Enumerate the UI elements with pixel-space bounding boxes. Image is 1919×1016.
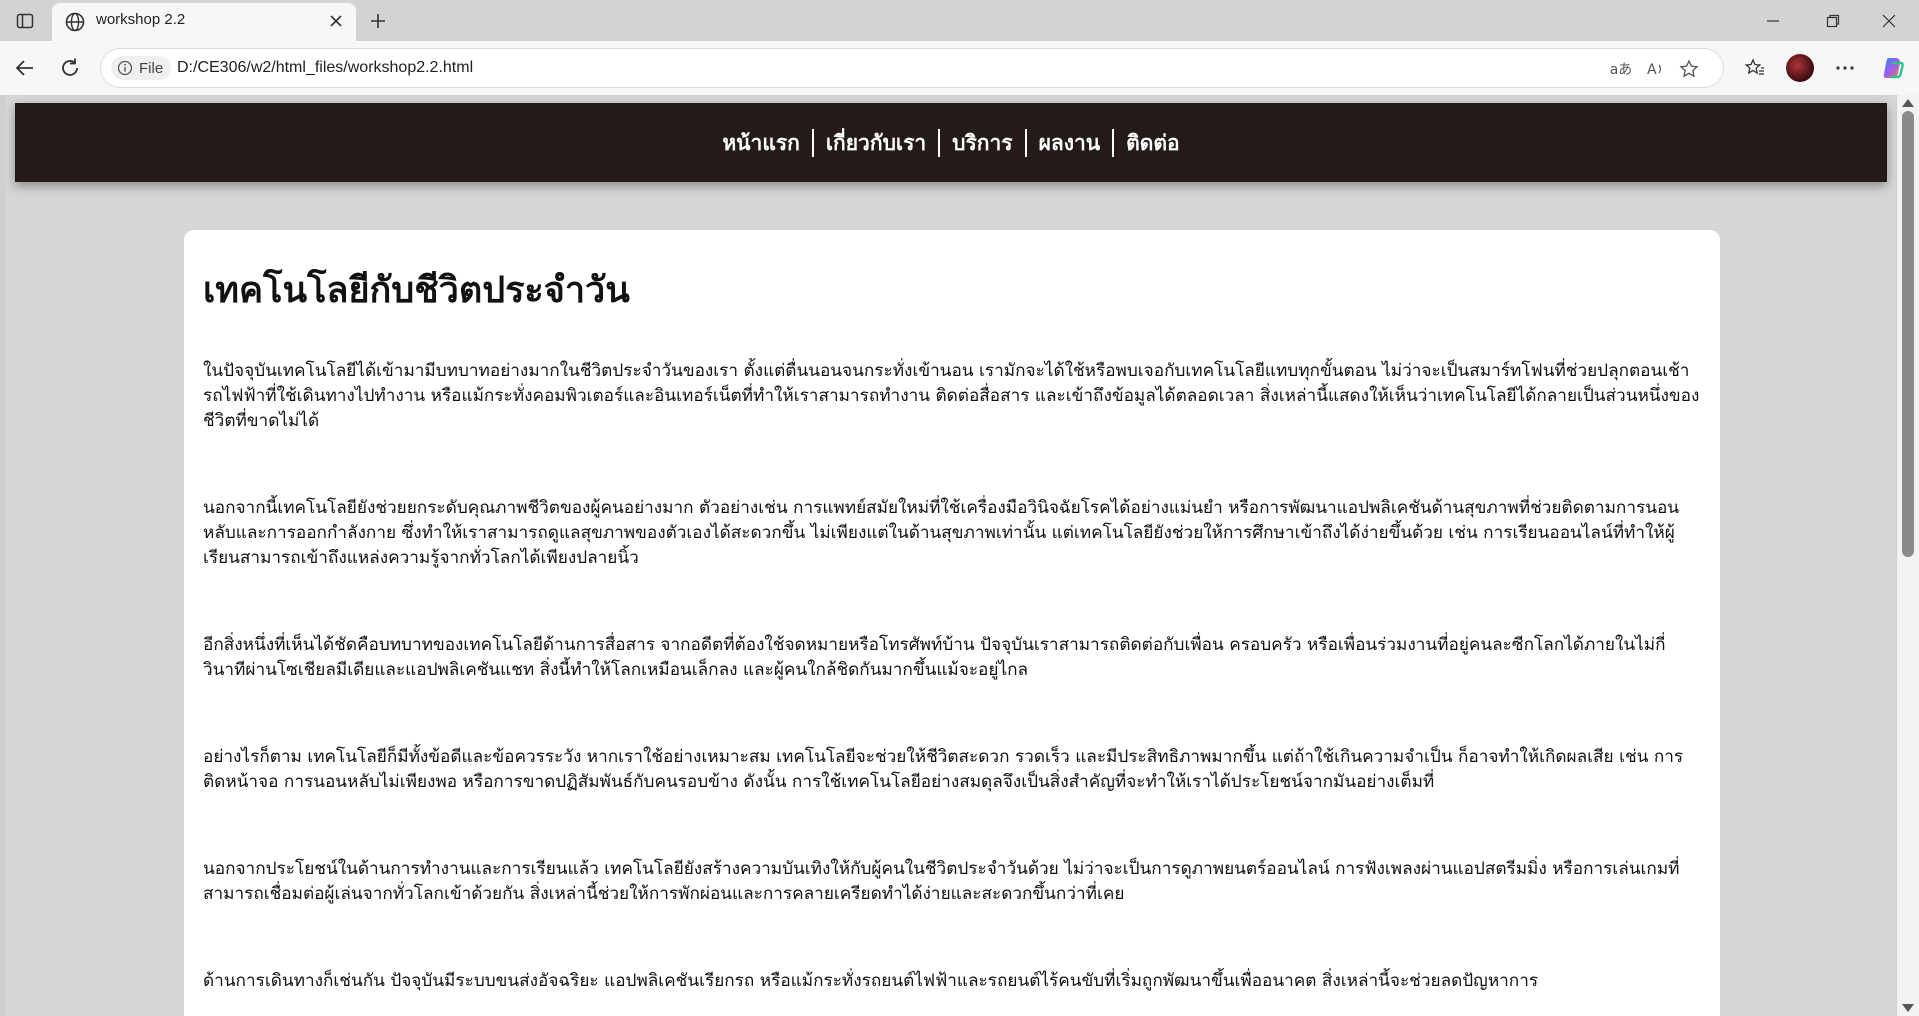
scroll-down-arrow-icon[interactable]: [1902, 1004, 1914, 1012]
article-paragraph: นอกจากประโยชน์ในด้านการทำงานและการเรียนแ…: [203, 859, 1680, 904]
site-info-button[interactable]: File: [111, 56, 172, 80]
article-paragraph: ด้านการเดินทางก็เช่นกัน ปัจจุบันมีระบบขน…: [203, 971, 1539, 991]
scroll-up-arrow-icon[interactable]: [1902, 99, 1914, 107]
browser-toolbar: File D:/CE306/w2/html_files/workshop2.2.…: [0, 41, 1919, 95]
nav-link-contact[interactable]: ติดต่อ: [1114, 128, 1192, 158]
translate-icon[interactable]: aあ: [1609, 57, 1633, 81]
close-tab-icon[interactable]: [324, 9, 348, 33]
nav-link-about[interactable]: เกี่ยวกับเรา: [814, 128, 938, 158]
page-viewport: หน้าแรก เกี่ยวกับเรา บริการ ผลงาน ติดต่อ…: [0, 95, 1919, 1016]
globe-icon: [64, 11, 86, 33]
article-card: เทคโนโลยีกับชีวิตประจำวัน ในปัจจุบันเทคโ…: [184, 230, 1720, 1016]
article-paragraph: อีกสิ่งหนึ่งที่เห็นได้ชัดคือบทบาทของเทคโ…: [203, 635, 1666, 680]
scrollbar-thumb[interactable]: [1902, 111, 1914, 557]
article-paragraph: นอกจากนี้เทคโนโลยียังช่วยยกระดับคุณภาพชี…: [203, 498, 1680, 568]
file-badge-label: File: [139, 59, 164, 77]
sidebar-toggle-icon[interactable]: [12, 8, 38, 34]
nav-link-portfolio[interactable]: ผลงาน: [1027, 128, 1113, 158]
article-paragraph: ในปัจจุบันเทคโนโลยีได้เข้ามามีบทบาทอย่าง…: [203, 361, 1700, 431]
article-title: เทคโนโลยีกับชีวิตประจำวัน: [203, 270, 630, 311]
address-bar[interactable]: File D:/CE306/w2/html_files/workshop2.2.…: [100, 48, 1724, 88]
back-arrow-icon[interactable]: [10, 53, 40, 83]
close-window-icon[interactable]: [1864, 6, 1914, 36]
info-icon: [117, 60, 133, 76]
restore-icon[interactable]: [1808, 6, 1858, 36]
minimize-icon[interactable]: [1748, 6, 1798, 36]
more-options-icon[interactable]: [1830, 53, 1860, 83]
favorites-icon[interactable]: [1740, 53, 1770, 83]
nav-link-home[interactable]: หน้าแรก: [710, 128, 812, 158]
url-text[interactable]: D:/CE306/w2/html_files/workshop2.2.html: [177, 59, 473, 77]
new-tab-icon[interactable]: [364, 7, 392, 35]
nav-link-services[interactable]: บริการ: [940, 128, 1024, 158]
browser-tab-bar: workshop 2.2: [0, 0, 1919, 41]
site-navigation: หน้าแรก เกี่ยวกับเรา บริการ ผลงาน ติดต่อ: [15, 103, 1887, 182]
favorite-star-icon[interactable]: [1677, 57, 1701, 81]
article-paragraph: อย่างไรก็ตาม เทคโนโลยีก็มีทั้งข้อดีและข้…: [203, 747, 1684, 792]
tab-title: workshop 2.2: [96, 11, 186, 28]
browser-tab[interactable]: workshop 2.2: [52, 3, 356, 41]
read-aloud-icon[interactable]: A: [1643, 57, 1667, 81]
page-body: หน้าแรก เกี่ยวกับเรา บริการ ผลงาน ติดต่อ…: [5, 95, 1896, 1016]
profile-avatar[interactable]: [1785, 53, 1815, 83]
refresh-icon[interactable]: [55, 53, 85, 83]
svg-text:A: A: [1647, 62, 1657, 78]
vertical-scrollbar[interactable]: [1897, 95, 1919, 1016]
copilot-icon[interactable]: [1878, 53, 1908, 83]
